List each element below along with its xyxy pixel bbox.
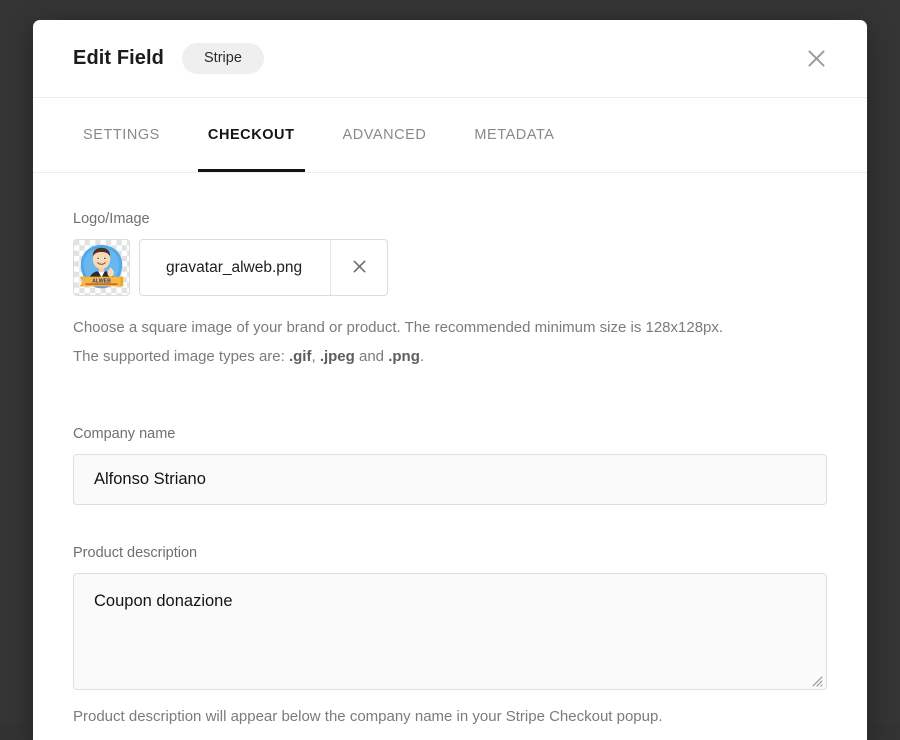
- tab-settings[interactable]: SETTINGS: [73, 98, 170, 172]
- close-icon: [352, 259, 367, 277]
- edit-field-modal: Edit Field Stripe SETTINGS CHECKOUT ADVA…: [33, 20, 867, 740]
- tab-bar: SETTINGS CHECKOUT ADVANCED METADATA: [33, 98, 867, 173]
- close-modal-button[interactable]: [799, 42, 833, 76]
- product-description-textarea[interactable]: [73, 573, 827, 690]
- product-description-wrap: [73, 573, 827, 690]
- logo-file-control: gravatar_alweb.png: [139, 239, 388, 296]
- logo-file-name: gravatar_alweb.png: [140, 240, 330, 295]
- checkout-panel: Logo/Image: [33, 173, 867, 728]
- logo-help-line-2: The supported image types are: .gif, .jp…: [73, 342, 827, 371]
- company-name-input[interactable]: [73, 454, 827, 505]
- logo-type-jpeg: .jpeg: [320, 348, 355, 365]
- tab-metadata[interactable]: METADATA: [464, 98, 564, 172]
- logo-type-gif: .gif: [289, 348, 312, 365]
- close-icon: [807, 49, 826, 68]
- logo-image-label: Logo/Image: [73, 211, 827, 227]
- logo-help-prefix: The supported image types are:: [73, 348, 289, 365]
- logo-type-png: .png: [388, 348, 420, 365]
- company-name-label: Company name: [73, 426, 827, 442]
- logo-help-end: .: [420, 348, 424, 365]
- avatar-image: ALWEB: [74, 240, 129, 295]
- logo-help-line-1: Choose a square image of your brand or p…: [73, 313, 827, 342]
- logo-thumbnail[interactable]: ALWEB: [73, 239, 130, 296]
- logo-help-and: and: [355, 348, 388, 365]
- company-name-field: Company name: [73, 426, 827, 505]
- logo-image-field: Logo/Image: [73, 211, 827, 372]
- product-description-field: Product description Product description …: [73, 545, 827, 729]
- tab-advanced[interactable]: ADVANCED: [333, 98, 437, 172]
- modal-title: Edit Field: [73, 47, 164, 70]
- tab-checkout[interactable]: CHECKOUT: [198, 98, 305, 172]
- modal-header: Edit Field Stripe: [33, 20, 867, 98]
- logo-help-sep: ,: [311, 348, 319, 365]
- clear-logo-button[interactable]: [330, 240, 387, 295]
- logo-image-row: ALWEB gravatar_alweb.png: [73, 239, 827, 296]
- logo-help-text: Choose a square image of your brand or p…: [73, 313, 827, 372]
- gateway-badge: Stripe: [182, 43, 264, 74]
- product-description-label: Product description: [73, 545, 827, 561]
